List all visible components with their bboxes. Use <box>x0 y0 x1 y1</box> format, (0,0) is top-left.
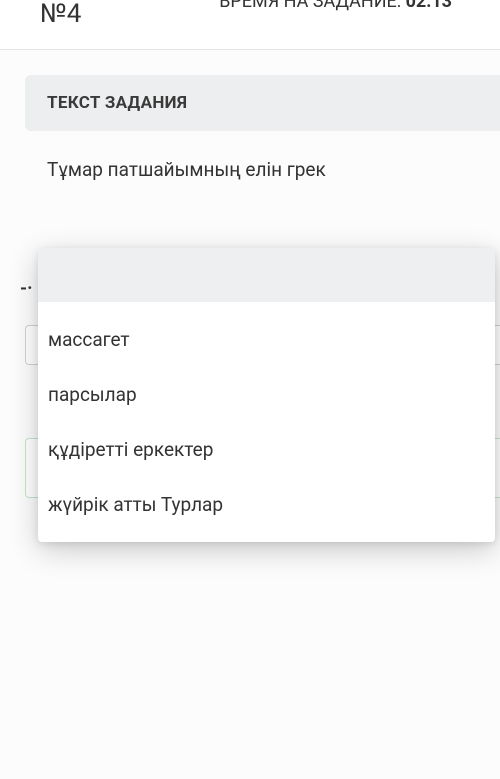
time-block: 00.20 ВРЕМЯ НА ЗАДАНИЕ: 02:13 <box>219 0 452 15</box>
dropdown-option[interactable]: жүйрік атты Турлар <box>38 477 495 532</box>
dropdown-header <box>38 248 495 302</box>
task-number-value: №4 <box>40 0 81 29</box>
dropdown-option[interactable]: парсылар <box>38 367 495 422</box>
header-bar: ЗАДАНИЕ №4 00.20 ВРЕМЯ НА ЗАДАНИЕ: 02:13 <box>0 0 500 50</box>
content-area: ТЕКСТ ЗАДАНИЯ Тұмар патшайымның елін гре… <box>0 50 500 185</box>
question-text: Тұмар патшайымның елін грек <box>25 131 500 185</box>
time-value: 02:13 <box>406 0 452 12</box>
dropdown-options-list: массагет парсылар құдіретті еркектер жүй… <box>38 302 495 542</box>
dropdown-option[interactable]: құдіретті еркектер <box>38 422 495 477</box>
dropdown-option[interactable]: массагет <box>38 312 495 367</box>
time-label: ВРЕМЯ НА ЗАДАНИЕ: <box>219 0 401 12</box>
section-title: ТЕКСТ ЗАДАНИЯ <box>25 75 500 131</box>
task-number: ЗАДАНИЕ №4 <box>40 0 189 29</box>
dropdown-modal: массагет парсылар құдіретті еркектер жүй… <box>38 248 495 542</box>
dash-label: -· <box>20 278 33 299</box>
